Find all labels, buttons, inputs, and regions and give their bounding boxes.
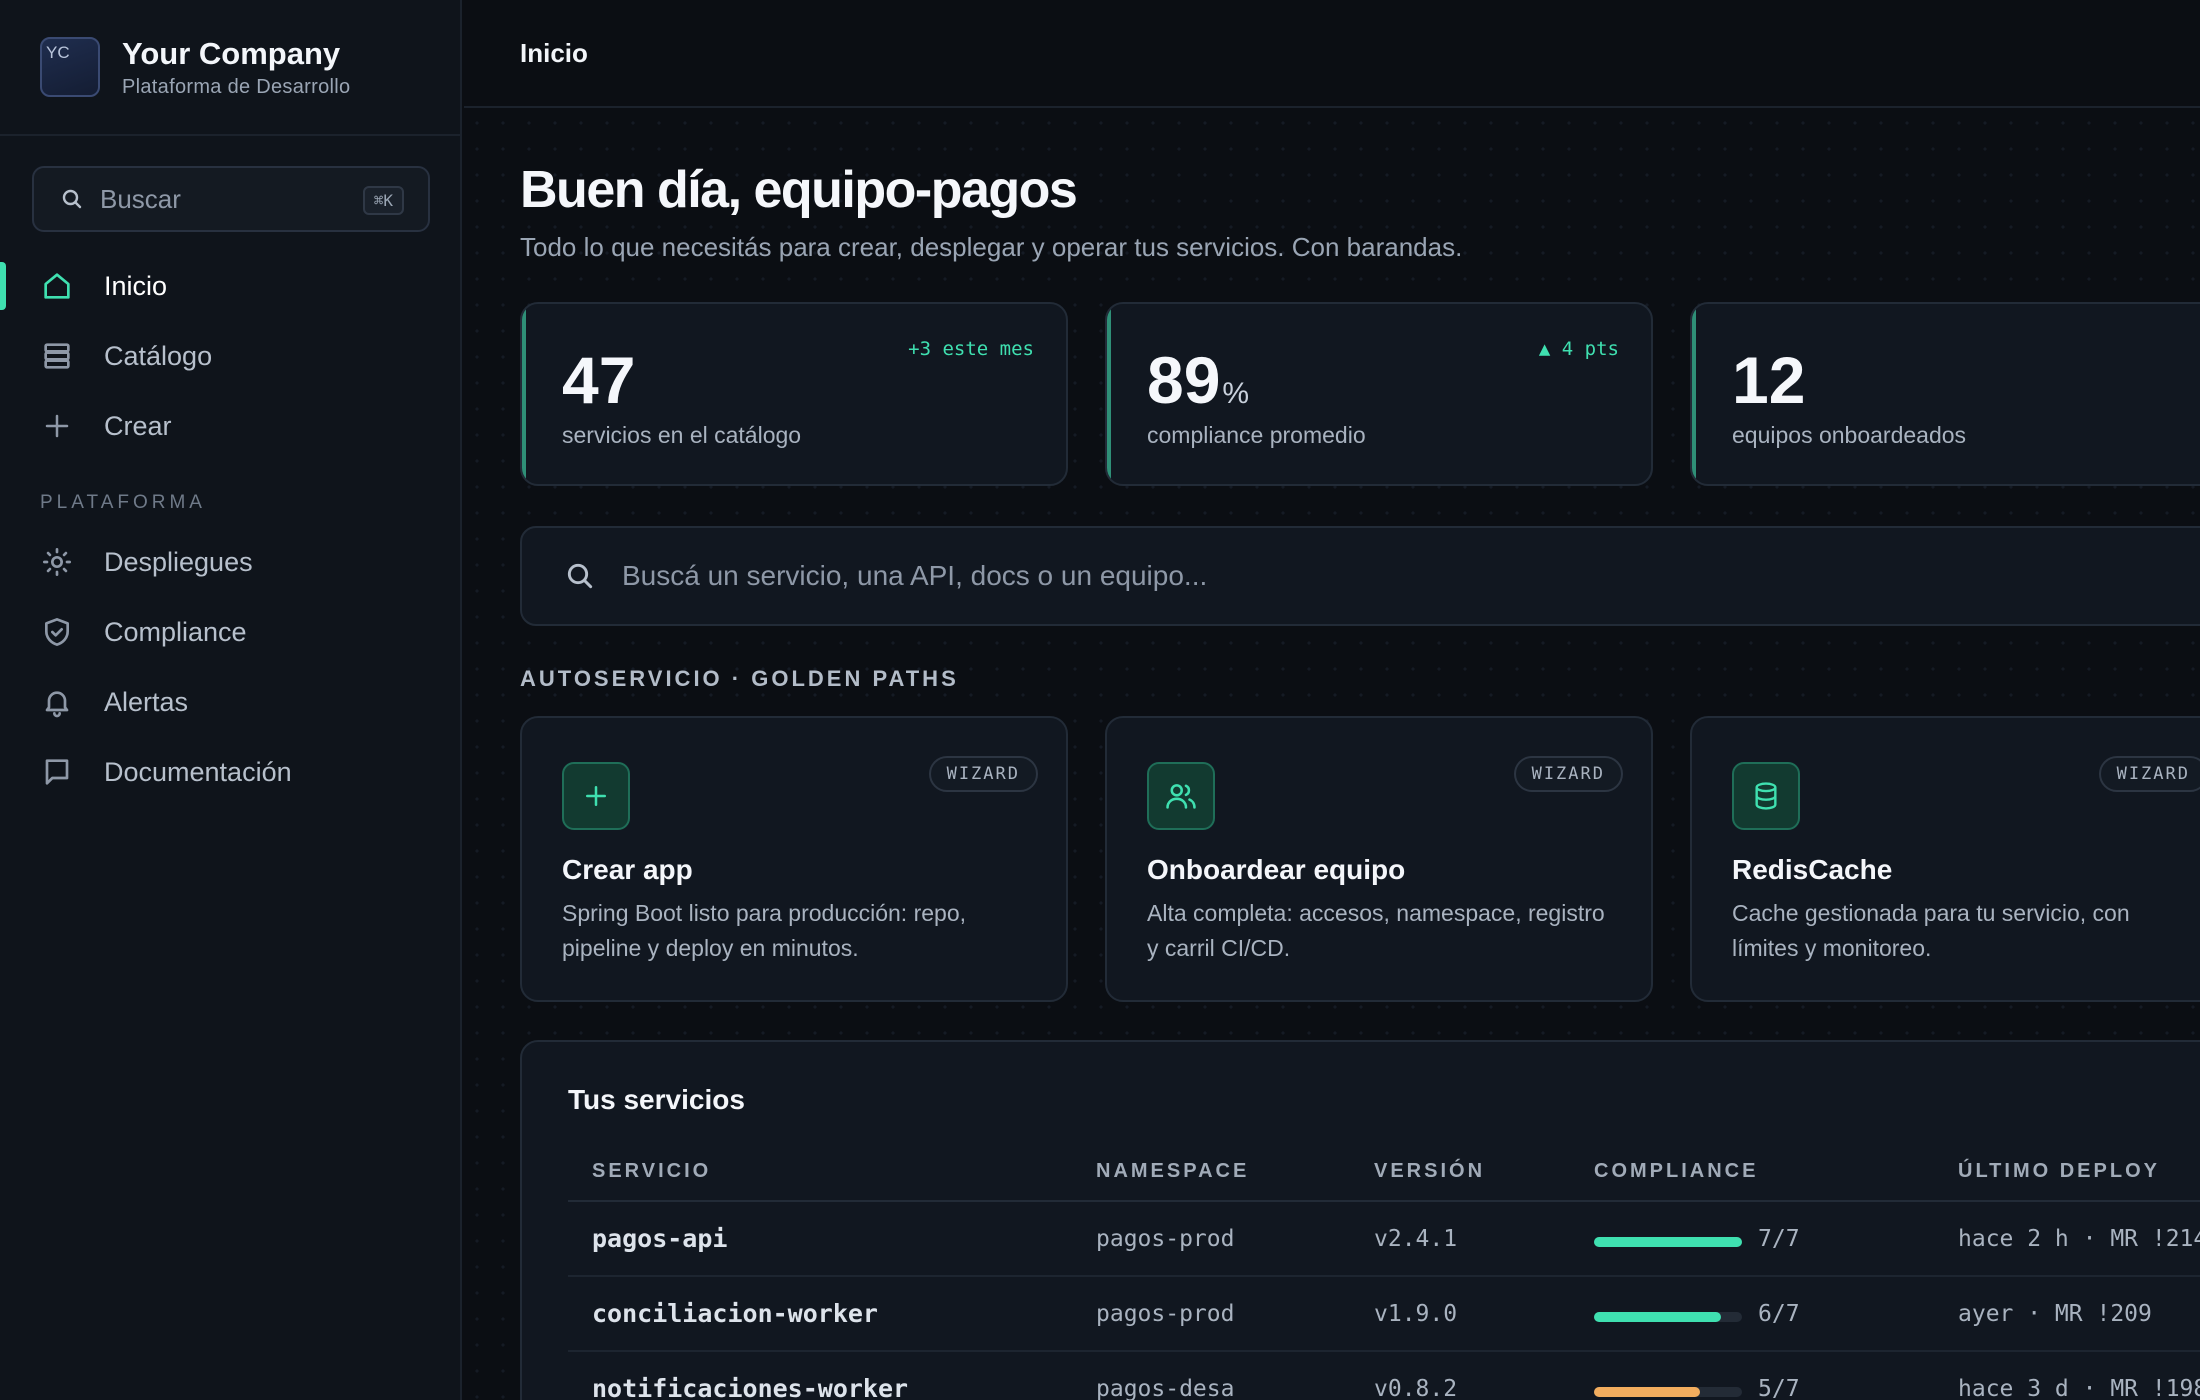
main-search-input[interactable]: Buscá un servicio, una API, docs o un eq… [520, 526, 2200, 626]
book-icon [40, 755, 74, 789]
sidebar-item-despliegues[interactable]: Despliegues [0, 534, 460, 590]
compliance-bar-fill [1594, 1312, 1721, 1322]
card-title: Onboardear equipo [1147, 854, 1406, 885]
wizard-badge: WIZARD [2098, 756, 2200, 792]
wizard-badge: WIZARD [1513, 756, 1623, 792]
sidebar-item-documentacion[interactable]: Documentación [0, 744, 460, 800]
page-subtitle: Todo lo que necesitás para crear, desple… [520, 232, 1463, 262]
sidebar-item-inicio[interactable]: Inicio [0, 258, 460, 314]
last-deploy: hace 2 h · MR !214 [1958, 1226, 2200, 1252]
main-search-placeholder: Buscá un servicio, una API, docs o un eq… [622, 560, 1208, 591]
table-row[interactable]: notificaciones-worker pagos-desa v0.8.2 … [568, 1352, 2200, 1400]
bell-icon [40, 685, 74, 719]
services-table-title: Tus servicios [568, 1084, 745, 1115]
sidebar-item-label: Crear [104, 410, 172, 441]
golden-path-card-rediscache[interactable]: WIZARD RedisCache Cache gestionada para … [1690, 716, 2200, 1002]
column-header-compliance[interactable]: COMPLIANCE [1594, 1160, 1758, 1183]
golden-path-card-crear-app[interactable]: WIZARD Crear app Spring Boot listo para … [520, 716, 1068, 1002]
stat-card-services: 47 servicios en el catálogo +3 este mes [520, 302, 1068, 486]
sidebar-search-input[interactable]: Buscar ⌘K [32, 166, 430, 232]
compliance-bar-fill [1594, 1237, 1742, 1247]
database-icon [1732, 762, 1800, 830]
table-row[interactable]: conciliacion-worker pagos-prod v1.9.0 6/… [568, 1277, 2200, 1352]
sun-icon [40, 545, 74, 579]
wizard-badge: WIZARD [928, 756, 1038, 792]
last-deploy: hace 3 d · MR !198 [1958, 1376, 2200, 1400]
stat-value: 47 [562, 343, 636, 417]
compliance-bar [1594, 1387, 1742, 1397]
shield-check-icon [40, 615, 74, 649]
company-name: Your Company [122, 35, 341, 71]
top-bar: Inicio [464, 0, 2200, 108]
card-description: Spring Boot listo para producción: repo,… [562, 900, 967, 961]
stat-value: 12 [1732, 343, 1806, 417]
company-subtitle: Plataforma de Desarrollo [122, 75, 351, 98]
service-namespace: pagos-prod [1096, 1226, 1235, 1252]
service-namespace: pagos-desa [1096, 1376, 1235, 1400]
compliance-score: 7/7 [1758, 1226, 1800, 1252]
service-version: v2.4.1 [1374, 1226, 1458, 1252]
column-header-namespace[interactable]: NAMESPACE [1096, 1160, 1249, 1183]
shortcut-badge: ⌘K [362, 186, 404, 215]
card-title: RedisCache [1732, 854, 1893, 885]
compliance-bar [1594, 1312, 1742, 1322]
compliance-bar [1594, 1237, 1742, 1247]
search-icon [567, 563, 593, 589]
stat-card-teams: 12 equipos onboardeados [1690, 302, 2200, 486]
stat-delta: +3 este mes [908, 338, 1034, 360]
company-logo[interactable]: YC [40, 37, 100, 97]
column-header-ultimo-deploy[interactable]: ÚLTIMO DEPLOY [1958, 1160, 2160, 1183]
sidebar-item-label: Inicio [104, 270, 168, 301]
plus-icon [562, 762, 630, 830]
services-table-card: Tus servicios SERVICIO NAMESPACE VERSIÓN… [520, 1040, 2200, 1400]
last-deploy: ayer · MR !209 [1958, 1301, 2152, 1327]
sidebar-item-catalogo[interactable]: Catálogo [0, 328, 460, 384]
page-title: Buen día, equipo-pagos [520, 161, 1078, 219]
card-title: Crear app [562, 854, 693, 885]
stat-card-compliance: 89% compliance promedio ▲ 4 pts [1105, 302, 1653, 486]
brand-header: YC Your Company Plataforma de Desarrollo [0, 0, 460, 136]
golden-paths-label: AUTOSERVICIO · GOLDEN PATHS [520, 666, 959, 691]
sidebar-item-label: Despliegues [104, 546, 253, 577]
golden-path-card-onboardear-equipo[interactable]: WIZARD Onboardear equipo Alta completa: … [1105, 716, 1653, 1002]
service-version: v1.9.0 [1374, 1301, 1458, 1327]
sidebar-item-label: Alertas [104, 686, 189, 717]
stat-delta: ▲ 4 pts [1538, 338, 1619, 360]
stat-value: 89% [1147, 343, 1250, 417]
stat-label: compliance promedio [1147, 422, 1366, 448]
sidebar-item-crear[interactable]: Crear [0, 398, 460, 454]
card-description: Cache gestionada para tu servicio, con l… [1732, 900, 2130, 961]
sidebar-item-alertas[interactable]: Alertas [0, 674, 460, 730]
service-name[interactable]: conciliacion-worker [592, 1299, 878, 1328]
compliance-score: 5/7 [1758, 1376, 1800, 1400]
users-icon [1147, 762, 1215, 830]
compliance-bar-fill [1594, 1387, 1700, 1397]
service-version: v0.8.2 [1374, 1376, 1458, 1400]
service-name[interactable]: notificaciones-worker [592, 1374, 908, 1400]
card-description: Alta completa: accesos, namespace, regis… [1147, 900, 1605, 961]
catalog-icon [40, 339, 74, 373]
home-icon [40, 269, 74, 303]
service-namespace: pagos-prod [1096, 1301, 1235, 1327]
sidebar-section-label: PLATAFORMA [40, 492, 206, 513]
plus-icon [40, 409, 74, 443]
compliance-score: 6/7 [1758, 1301, 1800, 1327]
sidebar-item-compliance[interactable]: Compliance [0, 604, 460, 660]
breadcrumb[interactable]: Inicio [520, 38, 588, 69]
search-icon [62, 189, 82, 209]
sidebar-item-label: Catálogo [104, 340, 213, 371]
column-header-version[interactable]: VERSIÓN [1374, 1160, 1485, 1183]
column-header-servicio[interactable]: SERVICIO [592, 1160, 711, 1183]
stat-label: servicios en el catálogo [562, 422, 802, 448]
sidebar-item-label: Compliance [104, 616, 247, 647]
stat-label: equipos onboardeados [1732, 422, 1967, 448]
service-name[interactable]: pagos-api [592, 1224, 727, 1253]
table-row[interactable]: pagos-api pagos-prod v2.4.1 7/7 hace 2 h… [568, 1202, 2200, 1277]
sidebar-item-label: Documentación [104, 756, 292, 787]
sidebar: YC Your Company Plataforma de Desarrollo… [0, 0, 462, 1400]
sidebar-search-placeholder: Buscar [100, 183, 181, 214]
